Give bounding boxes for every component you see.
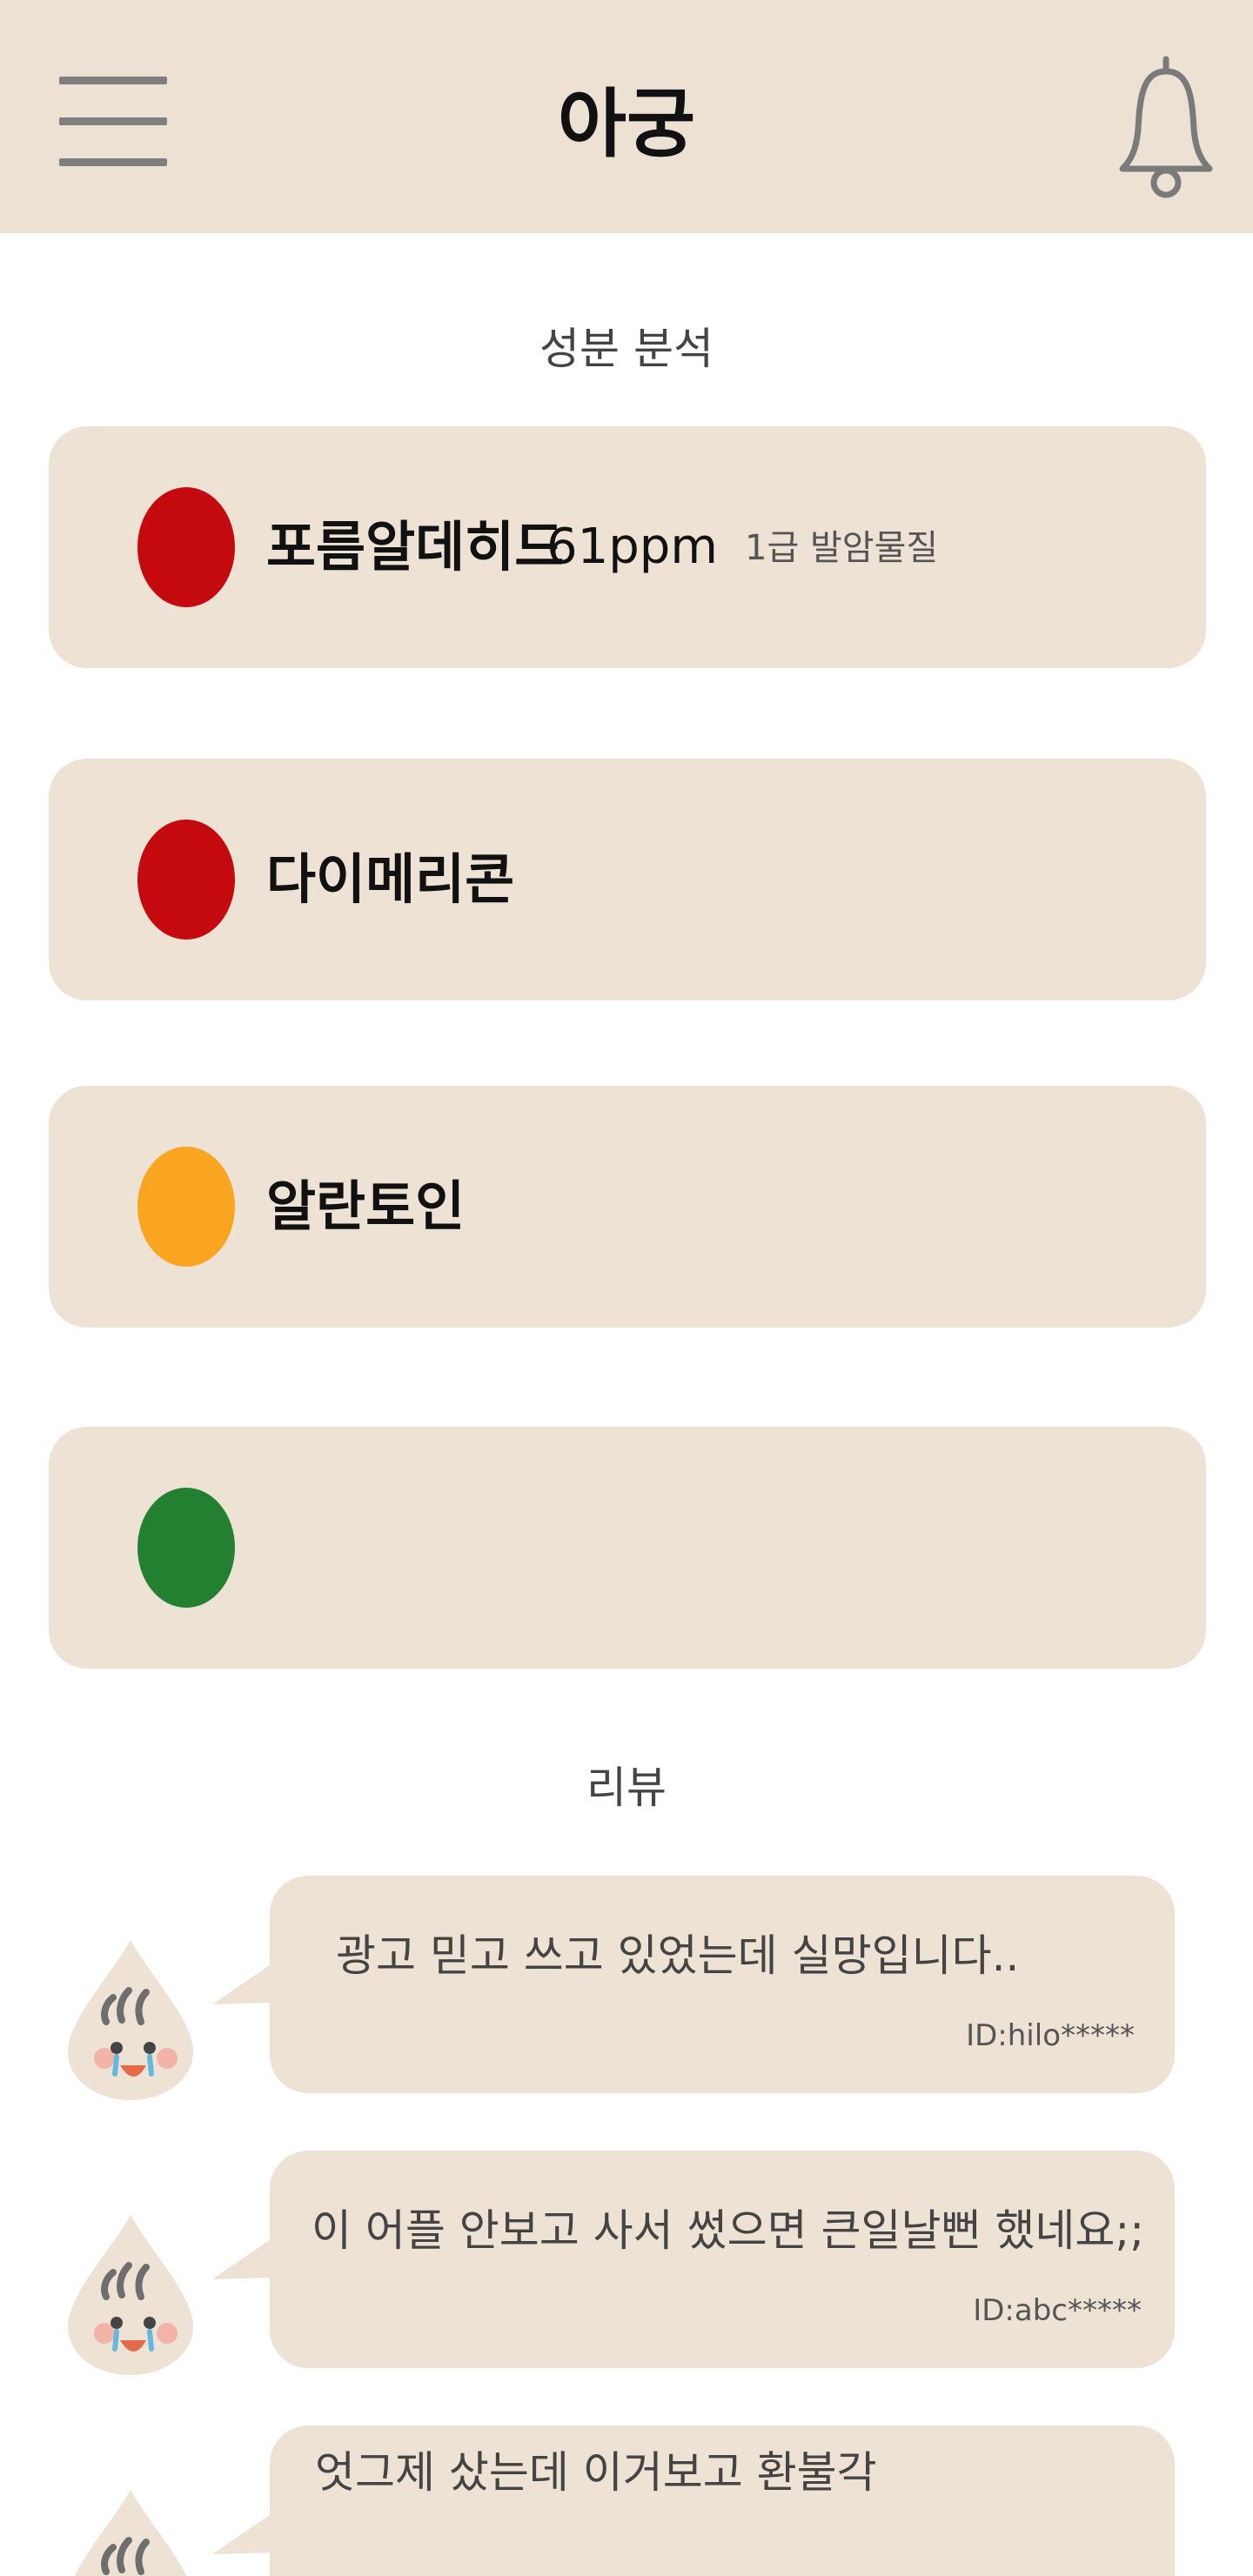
crying-drop-avatar-icon [68, 2215, 193, 2375]
review-item: 광고 믿고 쓰고 있었는데 실망입니다.. ID:hilo***** [0, 1876, 1253, 2102]
reviews-section-title: 리뷰 [586, 1763, 667, 1813]
reviewer-id: ID:abc***** [973, 2293, 1142, 2328]
speech-bubble-tail [212, 2238, 273, 2279]
ingredient-card[interactable] [49, 1427, 1206, 1669]
ingredient-card[interactable]: 알란토인 [49, 1086, 1206, 1328]
review-item: 이 어플 안보고 사서 썼으면 큰일날뻔 했네요;; ID:abc***** [0, 2151, 1253, 2377]
review-text: 이 어플 안보고 사서 썼으면 큰일날뻔 했네요;; [312, 2205, 1145, 2256]
ingredient-name: 다이메리콘 [266, 847, 515, 911]
analysis-section-title: 성분 분석 [539, 324, 714, 374]
review-bubble: 광고 믿고 쓰고 있었는데 실망입니다.. ID:hilo***** [270, 1876, 1175, 2093]
speech-bubble-tail [212, 1963, 273, 2004]
ingredient-card[interactable]: 포름알데히드 61ppm 1급 발암물질 [49, 426, 1206, 668]
hazard-level-dot-green [137, 1488, 235, 1608]
app-screen: 아궁 성분 분석 포름알데히드 61ppm 1급 발암물질 다이메리콘 알란토인… [0, 0, 1253, 2576]
hazard-level-dot-orange [137, 1147, 235, 1267]
ingredient-name: 알란토인 [266, 1174, 466, 1238]
ingredient-name: 포름알데히드 [266, 515, 565, 579]
review-item: 엇그제 샀는데 이거보고 환불각 [0, 2425, 1253, 2576]
reviewer-id: ID:hilo***** [966, 2018, 1135, 2053]
crying-drop-avatar-icon [74, 2490, 187, 2576]
review-text: 엇그제 샀는데 이거보고 환불각 [315, 2447, 877, 2498]
bell-icon[interactable] [1117, 50, 1215, 200]
hazard-level-dot-red [137, 820, 235, 940]
ingredient-card[interactable]: 다이메리콘 [49, 759, 1206, 1000]
review-bubble: 이 어플 안보고 사서 썼으면 큰일날뻔 했네요;; ID:abc***** [270, 2151, 1175, 2368]
ingredient-note: 1급 발암물질 [745, 528, 939, 568]
hamburger-menu-icon[interactable] [56, 73, 171, 171]
review-text: 광고 믿고 쓰고 있었는데 실망입니다.. [336, 1930, 1020, 1981]
app-title: 아궁 [557, 81, 696, 168]
top-app-bar: 아궁 [0, 0, 1253, 233]
speech-bubble-tail [212, 2512, 273, 2554]
review-bubble: 엇그제 샀는데 이거보고 환불각 [270, 2425, 1175, 2576]
hazard-level-dot-red [137, 487, 235, 607]
crying-drop-avatar-icon [68, 1940, 193, 2100]
ingredient-amount: 61ppm [546, 519, 718, 575]
